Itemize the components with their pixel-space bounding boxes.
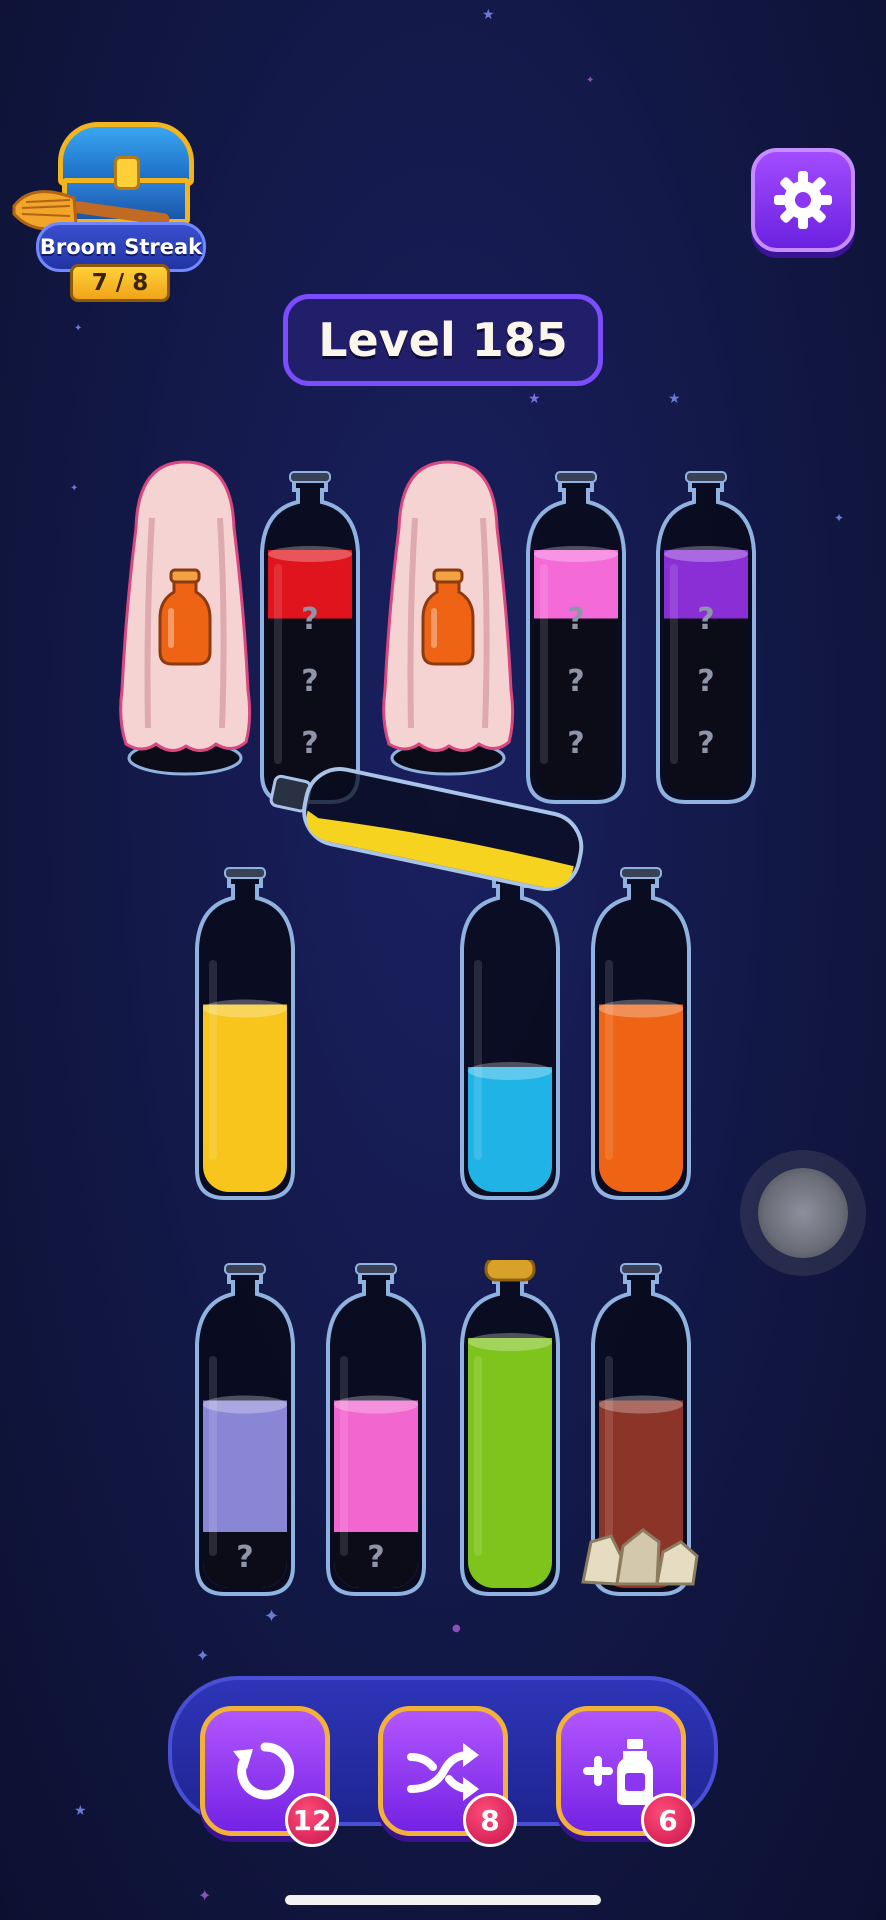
star-decoration: ★ xyxy=(528,391,541,407)
gear-icon xyxy=(774,171,832,229)
undo-arrow-icon xyxy=(233,1742,295,1800)
shuffle-button[interactable]: 8 xyxy=(378,1706,517,1847)
pouring-bottle[interactable] xyxy=(258,766,598,896)
cloth-covered-bottle-b1[interactable] xyxy=(112,458,258,778)
bottle-b12[interactable] xyxy=(581,1260,699,1600)
home-indicator xyxy=(285,1895,601,1905)
bottle-b8[interactable] xyxy=(587,864,695,1204)
shuffle-icon xyxy=(407,1743,479,1801)
hidden-slot-question-mark: ? xyxy=(301,602,319,637)
bottle-b2[interactable]: ??? xyxy=(256,468,364,808)
bottle-b11[interactable] xyxy=(456,1260,564,1600)
star-decoration: ● xyxy=(452,1623,461,1634)
streak-progress-badge: 7 / 8 xyxy=(70,264,170,302)
star-decoration: ✦ xyxy=(834,511,845,525)
hidden-slot-question-mark: ? xyxy=(697,664,715,699)
hidden-slot-question-mark: ? xyxy=(567,726,585,761)
add-bottle-icon xyxy=(583,1739,653,1805)
star-decoration: ✦ xyxy=(196,1646,210,1665)
streak-title: Broom Streak xyxy=(39,235,203,259)
hidden-slot-question-mark: ? xyxy=(567,664,585,699)
star-decoration: ★ xyxy=(74,1803,87,1819)
star-decoration: ✦ xyxy=(70,483,79,494)
star-decoration: ★ xyxy=(482,7,495,23)
shuffle-count-badge: 8 xyxy=(463,1793,517,1847)
undo-count-badge: 12 xyxy=(285,1793,339,1847)
game-screen: { "header": { "streak_title": "Broom Str… xyxy=(0,0,886,1920)
bottle-b5[interactable]: ??? xyxy=(652,468,760,808)
level-indicator: Level 185 xyxy=(283,294,603,386)
add-bottle-count-badge: 6 xyxy=(641,1793,695,1847)
broom-streak-widget[interactable]: Broom Streak 7 / 8 xyxy=(12,118,208,302)
star-decoration: ★ xyxy=(668,391,681,407)
rock-rubble-icon xyxy=(581,1528,699,1586)
hidden-slot-question-mark: ? xyxy=(697,726,715,761)
level-label: Level 185 xyxy=(318,313,568,367)
bottle-b9[interactable]: ? xyxy=(191,1260,299,1600)
star-decoration: ✦ xyxy=(74,323,83,334)
hidden-slot-question-mark: ? xyxy=(236,1540,254,1575)
hidden-slot-question-mark: ? xyxy=(367,1540,385,1575)
bottle-b4[interactable]: ??? xyxy=(522,468,630,808)
bottle-b6[interactable] xyxy=(191,864,299,1204)
bottle-b7[interactable] xyxy=(456,864,564,1204)
star-decoration: ✦ xyxy=(264,1606,280,1627)
hidden-slot-question-mark: ? xyxy=(301,726,319,761)
hidden-slot-question-mark: ? xyxy=(697,602,715,637)
star-decoration: ✦ xyxy=(586,75,595,86)
cloth-covered-bottle-b3[interactable] xyxy=(375,458,521,778)
add-bottle-button[interactable]: 6 xyxy=(556,1706,695,1847)
star-decoration: ✦ xyxy=(198,1886,212,1905)
assistive-touch-button[interactable] xyxy=(758,1168,848,1258)
streak-count: 7 / 8 xyxy=(91,270,149,296)
hidden-slot-question-mark: ? xyxy=(301,664,319,699)
hidden-slot-question-mark: ? xyxy=(567,602,585,637)
bottle-b10[interactable]: ? xyxy=(322,1260,430,1600)
cork-icon xyxy=(484,1260,536,1282)
settings-button[interactable] xyxy=(751,148,855,252)
undo-button[interactable]: 12 xyxy=(200,1706,339,1847)
